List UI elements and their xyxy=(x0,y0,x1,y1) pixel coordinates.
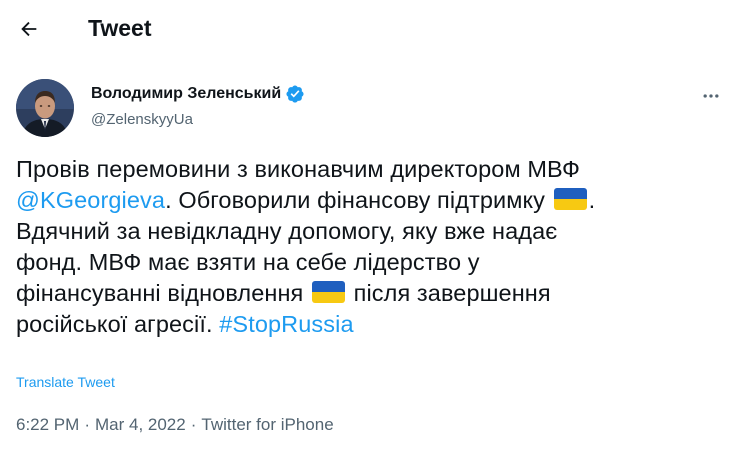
tweet-line: фінансуванні відновлення після завершенн… xyxy=(16,278,728,309)
tweet-line: Провів перемовини з виконавчим директоро… xyxy=(16,154,728,185)
page-title: Tweet xyxy=(88,15,152,41)
verified-badge-icon xyxy=(285,84,305,104)
ukraine-flag-emoji xyxy=(312,281,345,303)
more-dots-icon xyxy=(703,94,719,98)
tweet-meta: 6:22 PM · Mar 4, 2022 · Twitter for iPho… xyxy=(16,415,334,435)
profile-photo xyxy=(16,79,74,137)
author-handle[interactable]: @ZelenskyyUa xyxy=(91,111,193,128)
tweet-text-segment: Вдячний за невідкладну допомогу, яку вже… xyxy=(16,218,558,244)
tweet-time[interactable]: 6:22 PM xyxy=(16,415,79,435)
arrow-left-icon xyxy=(21,21,37,37)
meta-separator: · xyxy=(84,415,90,434)
tweet-text-segment: . xyxy=(588,187,596,213)
tweet-date[interactable]: Mar 4, 2022 xyxy=(95,415,186,435)
back-button[interactable] xyxy=(10,10,48,48)
tweet-line: фонд. МВФ має взяти на себе лідерство у xyxy=(16,247,728,278)
meta-separator: · xyxy=(190,415,197,434)
author-display-name[interactable]: Володимир Зеленський xyxy=(91,85,281,103)
tweet-line: російської агресії. #StopRussia xyxy=(16,309,728,340)
avatar[interactable] xyxy=(16,79,74,137)
ukraine-flag-emoji xyxy=(553,188,587,210)
author-name-row: Володимир Зеленський xyxy=(91,84,305,104)
hashtag-link[interactable]: #StopRussia xyxy=(219,311,353,337)
tweet-text-segment: . Обговорили фінансову підтримку xyxy=(165,187,546,213)
mention-link[interactable]: @KGeorgieva xyxy=(16,187,165,213)
tweet-text-segment: Провів перемовини з виконавчим директоро… xyxy=(16,156,580,182)
tweet-text: Провів перемовини з виконавчим директоро… xyxy=(16,154,728,340)
tweet-text-segment: фонд. МВФ має взяти на себе лідерство у xyxy=(16,249,480,275)
more-options-button[interactable] xyxy=(694,82,728,110)
tweet-text-segment: після завершення xyxy=(353,280,551,306)
tweet-text-segment: російської агресії. xyxy=(16,311,213,337)
translate-tweet-link[interactable]: Translate Tweet xyxy=(16,374,115,390)
page-header: Tweet xyxy=(0,0,740,60)
tweet-line: Вдячний за невідкладну допомогу, яку вже… xyxy=(16,216,728,247)
tweet-line: @KGeorgieva. Обговорили фінансову підтри… xyxy=(16,185,728,216)
tweet-text-segment: фінансуванні відновлення xyxy=(16,280,304,306)
tweet-source[interactable]: Twitter for iPhone xyxy=(201,415,333,435)
